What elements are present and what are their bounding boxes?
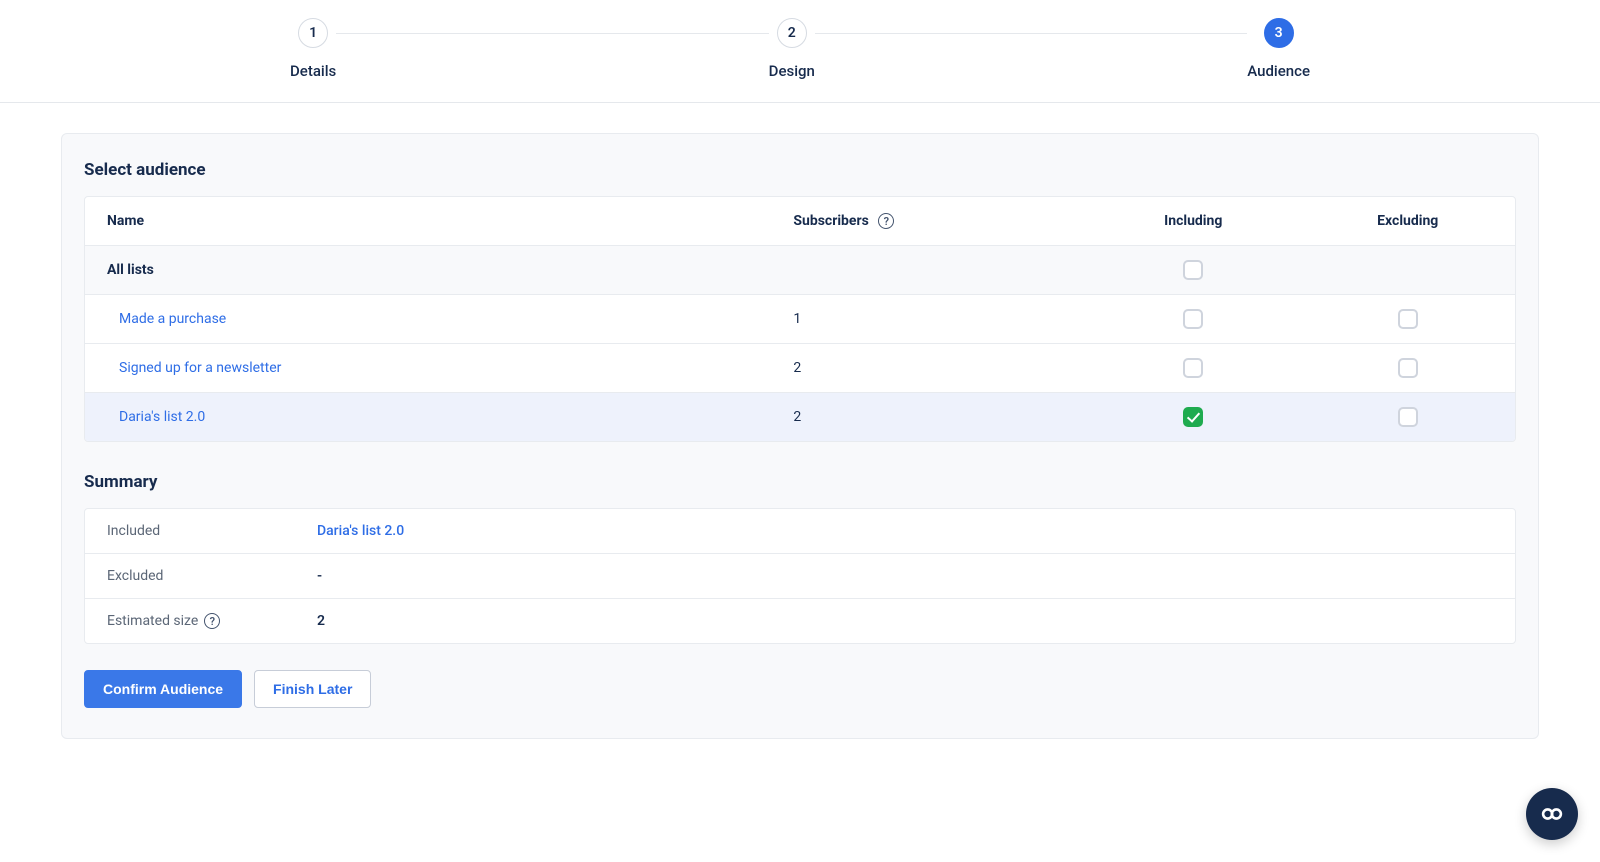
step-design[interactable]: 2 Design — [769, 18, 815, 80]
all-lists-label: All lists — [85, 246, 771, 295]
summary-estimated-label: Estimated size ? — [107, 613, 317, 629]
all-lists-include-checkbox[interactable] — [1183, 260, 1203, 280]
summary-table: Included Daria's list 2.0 Excluded - Est… — [84, 508, 1516, 644]
list-subscribers: 2 — [771, 393, 1086, 442]
step-audience[interactable]: 3 Audience — [1247, 18, 1310, 80]
col-excluding: Excluding — [1300, 197, 1515, 246]
step-circle-1: 1 — [298, 18, 328, 48]
summary-estimated-row: Estimated size ? 2 — [85, 599, 1515, 643]
include-checkbox[interactable] — [1183, 358, 1203, 378]
select-audience-title: Select audience — [62, 160, 1538, 180]
list-name-link[interactable]: Signed up for a newsletter — [119, 360, 281, 376]
summary-excluded-label: Excluded — [107, 568, 317, 584]
exclude-checkbox[interactable] — [1398, 309, 1418, 329]
list-subscribers: 1 — [771, 295, 1086, 344]
all-lists-row: All lists — [85, 246, 1515, 295]
col-name: Name — [85, 197, 771, 246]
summary-included-row: Included Daria's list 2.0 — [85, 509, 1515, 554]
audience-card: Select audience Name Subscribers ? Inclu… — [61, 133, 1539, 739]
exclude-checkbox[interactable] — [1398, 358, 1418, 378]
step-circle-3: 3 — [1264, 18, 1294, 48]
stepper: 1 Details 2 Design 3 Audience — [0, 0, 1600, 103]
help-icon[interactable]: ? — [878, 213, 894, 229]
summary-included-link[interactable]: Daria's list 2.0 — [317, 523, 404, 539]
content-area: Select audience Name Subscribers ? Inclu… — [0, 103, 1600, 779]
col-subscribers: Subscribers ? — [771, 197, 1086, 246]
audience-table: Name Subscribers ? Including Excluding A… — [84, 196, 1516, 442]
help-icon[interactable]: ? — [204, 613, 220, 629]
list-name-link[interactable]: Daria's list 2.0 — [119, 409, 205, 425]
summary-excluded-value: - — [317, 568, 322, 584]
summary-included-label: Included — [107, 523, 317, 539]
chat-widget-button[interactable] — [1526, 788, 1578, 840]
exclude-checkbox[interactable] — [1398, 407, 1418, 427]
list-subscribers: 2 — [771, 344, 1086, 393]
include-checkbox[interactable] — [1183, 309, 1203, 329]
confirm-audience-button[interactable]: Confirm Audience — [84, 670, 242, 708]
step-details[interactable]: 1 Details — [290, 18, 336, 80]
list-row: Daria's list 2.0 2 — [85, 393, 1515, 442]
stepper-line-2 — [815, 33, 1280, 34]
list-row: Signed up for a newsletter 2 — [85, 344, 1515, 393]
summary-title: Summary — [62, 472, 1538, 492]
list-row: Made a purchase 1 — [85, 295, 1515, 344]
stepper-line-1 — [320, 33, 785, 34]
step-label-details: Details — [290, 62, 336, 80]
col-including: Including — [1086, 197, 1301, 246]
list-name-link[interactable]: Made a purchase — [119, 311, 226, 327]
summary-excluded-row: Excluded - — [85, 554, 1515, 599]
step-circle-2: 2 — [777, 18, 807, 48]
step-label-audience: Audience — [1247, 62, 1310, 80]
table-header-row: Name Subscribers ? Including Excluding — [85, 197, 1515, 246]
actions-row: Confirm Audience Finish Later — [84, 670, 1516, 708]
step-label-design: Design — [769, 62, 815, 80]
chat-icon — [1539, 801, 1565, 827]
summary-estimated-value: 2 — [317, 613, 325, 629]
include-checkbox[interactable] — [1183, 407, 1203, 427]
finish-later-button[interactable]: Finish Later — [254, 670, 371, 708]
